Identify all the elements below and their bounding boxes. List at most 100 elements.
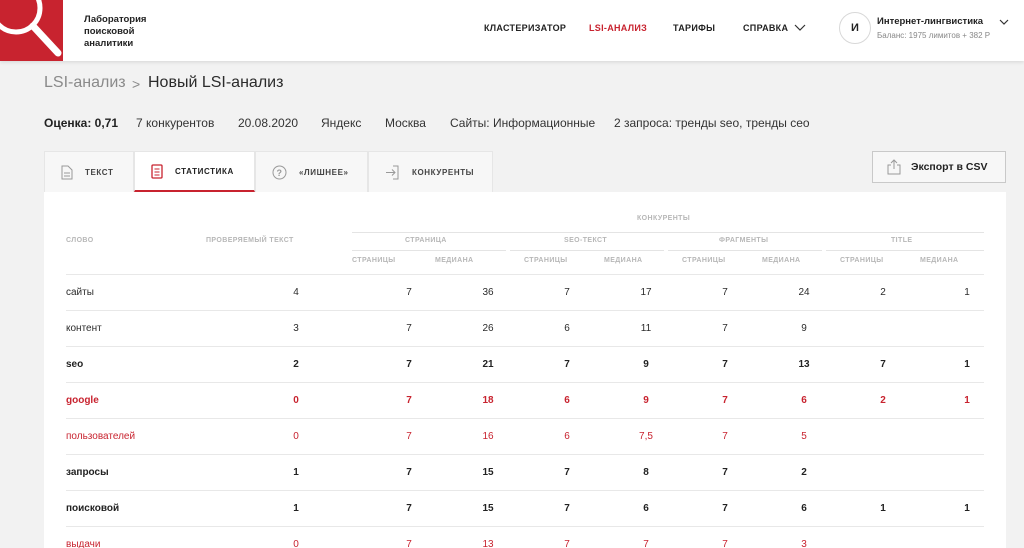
row-value: 5 [801, 431, 807, 442]
group-header-seo-text: SEO-текст [564, 237, 607, 244]
nav-lsi-analysis[interactable]: LSI-анализ [589, 23, 647, 33]
nav-tariffs[interactable]: Тарифы [673, 23, 715, 33]
tab-text[interactable]: Текст [44, 151, 134, 192]
row-value: 7 [722, 539, 728, 548]
row-value: 7 [406, 323, 412, 334]
row-value: 13 [798, 359, 810, 370]
row-value: 11 [640, 323, 652, 334]
row-value: 1 [964, 503, 970, 514]
row-value: 6 [801, 395, 807, 406]
row-value [947, 527, 987, 548]
table-row: google 0 7 18 6 9 7 6 2 1 [66, 382, 984, 418]
statistics-table: Слово Проверяемый текст Конкуренты Стран… [44, 192, 1006, 548]
row-word: поисковой [66, 503, 120, 514]
row-value: 6 [801, 503, 807, 514]
row-value: 7 [880, 359, 886, 370]
row-value: 15 [482, 503, 494, 514]
row-value: 6 [564, 323, 570, 334]
row-value [947, 455, 987, 491]
chevron-down-icon[interactable] [794, 22, 806, 34]
table-row: поисковой 1 7 15 7 6 7 6 1 1 [66, 490, 984, 526]
svg-text:?: ? [276, 168, 282, 178]
tab-statistics[interactable]: Статистика [134, 151, 255, 192]
brand-name[interactable]: Лаборатория поисковой аналитики [84, 14, 164, 50]
sub-header-median[interactable]: Медиана [920, 257, 958, 264]
row-value: 7 [406, 431, 412, 442]
sites-type: Сайты: Информационные [450, 116, 596, 130]
breadcrumb-separator: > [132, 76, 141, 92]
row-value [863, 311, 903, 347]
row-value: 9 [643, 395, 649, 406]
row-value: 7 [722, 323, 728, 334]
row-value: 2 [880, 395, 886, 406]
row-word: пользователей [66, 431, 136, 442]
page-title: Новый LSI-анализ [148, 74, 284, 91]
row-value [863, 419, 903, 455]
export-csv-button[interactable]: Экспорт в CSV [872, 151, 1006, 183]
user-name[interactable]: Интернет-лингвистика [877, 16, 983, 27]
group-underline [826, 250, 984, 251]
row-value: 7 [406, 503, 412, 514]
user-balance: Баланс: 1975 лимитов + 382 Р [877, 31, 991, 40]
sub-header-median[interactable]: Медиана [435, 257, 473, 264]
sub-header-median[interactable]: Медиана [604, 257, 642, 264]
row-value: 6 [643, 503, 649, 514]
row-value: 8 [643, 467, 649, 478]
table-row: seo 2 7 21 7 9 7 13 7 1 [66, 346, 984, 382]
row-value: 1 [964, 359, 970, 370]
row-checked-count: 0 [293, 539, 299, 548]
row-value: 7,5 [639, 431, 653, 442]
row-value: 7 [406, 467, 412, 478]
row-checked-count: 1 [293, 503, 299, 514]
table-row: контент 3 7 26 6 11 7 9 [66, 310, 984, 346]
table-row: сайты 4 7 36 7 17 7 24 2 1 [66, 274, 984, 310]
row-value: 7 [564, 467, 570, 478]
row-value: 2 [880, 287, 886, 298]
top-header: Лаборатория поисковой аналитики Кластери… [0, 0, 1024, 61]
row-value: 7 [722, 503, 728, 514]
nav-clusterizer[interactable]: Кластеризатор [484, 23, 566, 33]
tab-competitors[interactable]: Конкуренты [368, 151, 493, 192]
sub-header-pages[interactable]: Страницы [524, 257, 568, 264]
row-value: 7 [564, 287, 570, 298]
group-underline [668, 250, 822, 251]
row-value: 16 [482, 431, 494, 442]
group-header-fragments: Фрагменты [719, 237, 769, 244]
row-word: запросы [66, 467, 109, 478]
row-value [863, 455, 903, 491]
document-icon [61, 165, 73, 180]
row-value: 7 [564, 503, 570, 514]
tab-excess[interactable]: ? «Лишнее» [255, 151, 368, 192]
row-value: 7 [406, 395, 412, 406]
logo[interactable] [0, 0, 63, 61]
row-checked-count: 0 [293, 431, 299, 442]
sub-header-median[interactable]: Медиана [762, 257, 800, 264]
nav-help[interactable]: Справка [743, 23, 788, 33]
row-value: 6 [564, 431, 570, 442]
sub-header-pages[interactable]: Страницы [840, 257, 884, 264]
group-header-title: Title [891, 237, 913, 244]
sub-header-pages[interactable]: Страницы [682, 257, 726, 264]
col-header-checked-text[interactable]: Проверяемый текст [206, 237, 294, 244]
row-value: 3 [801, 539, 807, 548]
chevron-down-icon[interactable] [999, 17, 1009, 27]
row-value: 1 [964, 395, 970, 406]
row-value: 7 [406, 539, 412, 548]
sub-header-pages[interactable]: Страницы [352, 257, 396, 264]
login-icon [385, 165, 400, 180]
list-icon [151, 163, 163, 179]
region: Москва [385, 116, 426, 130]
col-header-word[interactable]: Слово [66, 237, 94, 244]
row-value: 1 [880, 503, 886, 514]
row-value [947, 419, 987, 455]
row-value: 7 [643, 539, 649, 548]
row-word: seo [66, 359, 84, 370]
row-value: 24 [798, 287, 810, 298]
breadcrumb-parent[interactable]: LSI-анализ [44, 74, 126, 92]
table-row: выдачи 0 7 13 7 7 7 3 [66, 526, 984, 548]
user-avatar[interactable]: И [839, 12, 871, 44]
analysis-date: 20.08.2020 [238, 116, 299, 130]
row-value: 7 [722, 467, 728, 478]
row-value: 7 [722, 359, 728, 370]
row-checked-count: 0 [293, 395, 299, 406]
